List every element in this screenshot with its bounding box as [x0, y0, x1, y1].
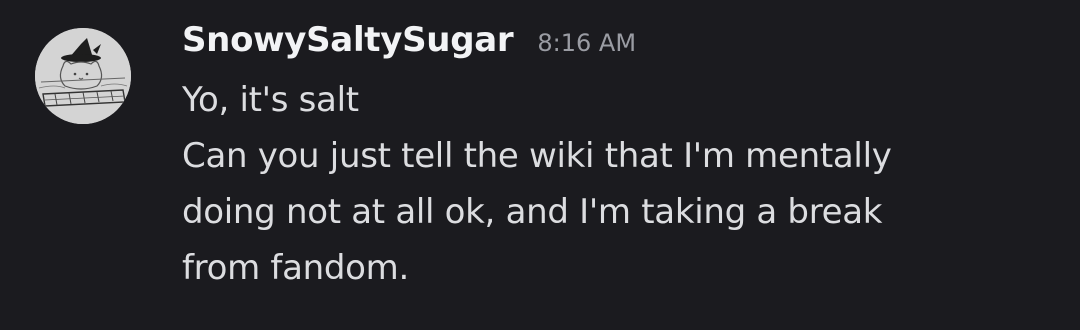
timestamp[interactable]: 8:16 AM: [537, 29, 636, 57]
avatar[interactable]: [35, 28, 131, 124]
message-body: Yo, it's salt Can you just tell the wiki…: [182, 72, 1062, 296]
message-line: from fandom.: [182, 248, 409, 288]
message-line: Yo, it's salt: [182, 80, 359, 120]
chat-message: SnowySaltySugar 8:16 AM Yo, it's salt Ca…: [0, 0, 1080, 330]
message-line: Can you just tell the wiki that I'm ment…: [182, 136, 892, 176]
message-line: doing not at all ok, and I'm taking a br…: [182, 192, 883, 232]
username[interactable]: SnowySaltySugar: [182, 20, 514, 60]
cat-drawing-icon: [35, 28, 131, 124]
message-header: SnowySaltySugar 8:16 AM: [182, 20, 1062, 72]
message-content: SnowySaltySugar 8:16 AM Yo, it's salt Ca…: [182, 20, 1062, 296]
